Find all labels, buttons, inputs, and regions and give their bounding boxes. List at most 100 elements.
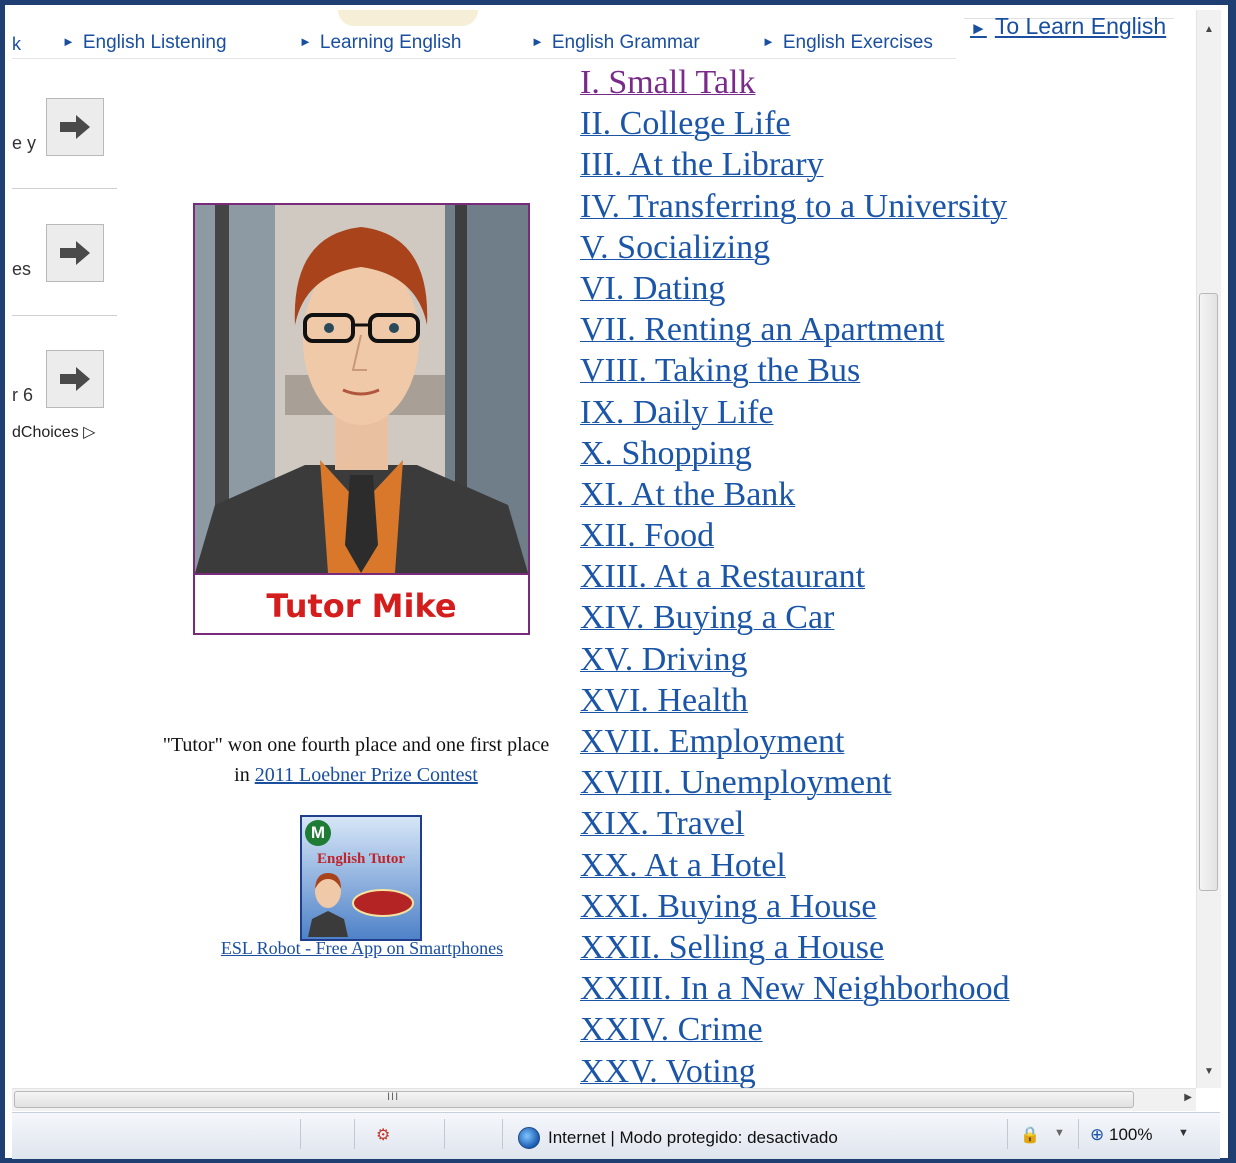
lesson-item: XVI. Health — [580, 680, 1010, 721]
nav-divider — [12, 58, 956, 59]
lesson-link[interactable]: VII. Renting an Apartment — [580, 311, 944, 348]
zoom-icon: ⊕ — [1090, 1125, 1105, 1144]
lesson-link[interactable]: VIII. Taking the Bus — [580, 352, 860, 389]
nav-link-learning-english[interactable]: ► Learning English — [299, 32, 461, 54]
nav-link-english-grammar[interactable]: ► English Grammar — [531, 32, 700, 54]
lesson-link[interactable]: X. Shopping — [580, 435, 752, 472]
lesson-link[interactable]: VI. Dating — [580, 270, 725, 307]
globe-icon — [518, 1127, 540, 1149]
status-divider — [300, 1119, 301, 1149]
lesson-link[interactable]: IV. Transferring to a University — [580, 188, 1007, 225]
vertical-scrollbar[interactable]: ▲ ▼ — [1196, 10, 1221, 1088]
app-tutor-icon — [308, 873, 348, 937]
lesson-link[interactable]: XVII. Employment — [580, 723, 844, 760]
security-zone[interactable]: Internet | Modo protegido: desactivado — [518, 1127, 838, 1149]
ad-arrow-button[interactable] — [46, 98, 104, 156]
lesson-link[interactable]: XX. At a Hotel — [580, 847, 786, 884]
lesson-item: IV. Transferring to a University — [580, 186, 1010, 227]
lesson-item: XXI. Buying a House — [580, 886, 1010, 927]
lesson-item: III. At the Library — [580, 144, 1010, 185]
lesson-item: XII. Food — [580, 515, 1010, 556]
triangle-icon: ► — [62, 34, 75, 49]
triangle-icon: ► — [531, 34, 544, 49]
arrow-right-icon — [60, 115, 90, 139]
lesson-link[interactable]: III. At the Library — [580, 146, 824, 183]
app-logo-icon: M — [305, 820, 331, 846]
protected-mode-icon[interactable]: 🔒 — [1020, 1125, 1040, 1145]
lesson-link[interactable]: II. College Life — [580, 105, 791, 142]
lesson-link[interactable]: I. Small Talk — [580, 64, 755, 101]
status-divider — [354, 1119, 355, 1149]
lesson-item: XVIII. Unemployment — [580, 762, 1010, 803]
ad-text[interactable]: es — [12, 259, 31, 280]
lesson-item: XVII. Employment — [580, 721, 1010, 762]
ad-text[interactable]: e y — [12, 133, 36, 154]
lesson-link[interactable]: XXIV. Crime — [580, 1011, 763, 1048]
ad-divider — [12, 188, 117, 189]
status-divider — [444, 1119, 445, 1149]
scroll-grip-icon: III — [387, 1091, 400, 1103]
lesson-item: XX. At a Hotel — [580, 845, 1010, 886]
lesson-item: VI. Dating — [580, 268, 1010, 309]
caption-line-2: in 2011 Loebner Prize Contest — [234, 764, 478, 786]
lesson-link[interactable]: XXI. Buying a House — [580, 888, 877, 925]
lesson-link[interactable]: XVIII. Unemployment — [580, 764, 892, 801]
lesson-item: X. Shopping — [580, 433, 1010, 474]
lesson-link[interactable]: XXII. Selling a House — [580, 929, 884, 966]
lesson-link[interactable]: XIV. Buying a Car — [580, 599, 834, 636]
lesson-link[interactable]: XVI. Health — [580, 682, 748, 719]
lesson-link[interactable]: XI. At the Bank — [580, 476, 795, 513]
adchoices-icon: ▷ — [83, 424, 96, 441]
esl-robot-app-link[interactable]: ESL Robot - Free App on Smartphones — [152, 938, 572, 959]
lesson-item: V. Socializing — [580, 227, 1010, 268]
status-divider — [1007, 1119, 1008, 1149]
horizontal-scrollbar[interactable]: III ▶ — [12, 1088, 1196, 1111]
triangle-icon: ► — [970, 19, 987, 38]
lesson-item: IX. Daily Life — [580, 392, 1010, 433]
lesson-item: XXII. Selling a House — [580, 927, 1010, 968]
nav-link-english-exercises[interactable]: ► English Exercises — [762, 32, 933, 54]
tutor-card[interactable]: Tutor Mike — [193, 203, 530, 635]
loebner-prize-link[interactable]: 2011 Loebner Prize Contest — [255, 764, 478, 786]
ad-arrow-button[interactable] — [46, 224, 104, 282]
scroll-up-icon[interactable]: ▲ — [1197, 20, 1221, 40]
lesson-item: XI. At the Bank — [580, 474, 1010, 515]
lesson-link[interactable]: IX. Daily Life — [580, 394, 774, 431]
lesson-item: VII. Renting an Apartment — [580, 309, 1010, 350]
ad-text[interactable]: r 6 — [12, 385, 33, 406]
page-viewport: k ► English Listening ► Learning English ►… — [12, 10, 1196, 1088]
chevron-down-icon[interactable]: ▼ — [1054, 1127, 1065, 1139]
popup-blocker-icon[interactable]: ⚙ — [376, 1125, 390, 1145]
status-divider — [502, 1119, 503, 1149]
lesson-link[interactable]: XIX. Travel — [580, 805, 744, 842]
lesson-item: XXV. Voting — [580, 1051, 1010, 1089]
loebner-caption: "Tutor" won one fourth place and one fir… — [132, 730, 580, 790]
scroll-down-icon[interactable]: ▼ — [1197, 1062, 1221, 1082]
horizontal-scroll-thumb[interactable] — [14, 1091, 1134, 1108]
adchoices-link[interactable]: dChoices ▷ — [12, 422, 95, 442]
to-learn-english-link[interactable]: ► To Learn English — [970, 13, 1166, 40]
nav-link-partial[interactable]: k — [12, 34, 21, 55]
triangle-icon: ► — [762, 34, 775, 49]
ad-arrow-button[interactable] — [46, 350, 104, 408]
zoom-dropdown-icon[interactable]: ▼ — [1178, 1127, 1189, 1139]
lesson-item: XIV. Buying a Car — [580, 597, 1010, 638]
arrow-right-icon — [60, 367, 90, 391]
lesson-link[interactable]: V. Socializing — [580, 229, 770, 266]
nav-link-english-listening[interactable]: ► English Listening — [62, 32, 227, 54]
app-badge-icon — [352, 889, 414, 917]
status-bar: ⚙ Internet | Modo protegido: desactivado… — [12, 1112, 1220, 1159]
lesson-link[interactable]: XV. Driving — [580, 641, 748, 678]
esl-robot-app-image[interactable]: M English Tutor — [300, 815, 422, 941]
lesson-link[interactable]: XXV. Voting — [580, 1053, 756, 1089]
zoom-level[interactable]: ⊕ 100% — [1090, 1125, 1152, 1145]
vertical-scroll-thumb[interactable] — [1199, 293, 1218, 891]
lesson-item: I. Small Talk — [580, 62, 1010, 103]
top-nav: k ► English Listening ► Learning English ►… — [12, 10, 1196, 59]
scroll-right-icon[interactable]: ▶ — [1184, 1092, 1192, 1103]
lesson-link[interactable]: XXIII. In a New Neighborhood — [580, 970, 1010, 1007]
lesson-link[interactable]: XII. Food — [580, 517, 714, 554]
lesson-item: XXIV. Crime — [580, 1009, 1010, 1050]
lesson-link[interactable]: XIII. At a Restaurant — [580, 558, 865, 595]
caption-line: "Tutor" won one fourth place and one fir… — [162, 734, 550, 756]
